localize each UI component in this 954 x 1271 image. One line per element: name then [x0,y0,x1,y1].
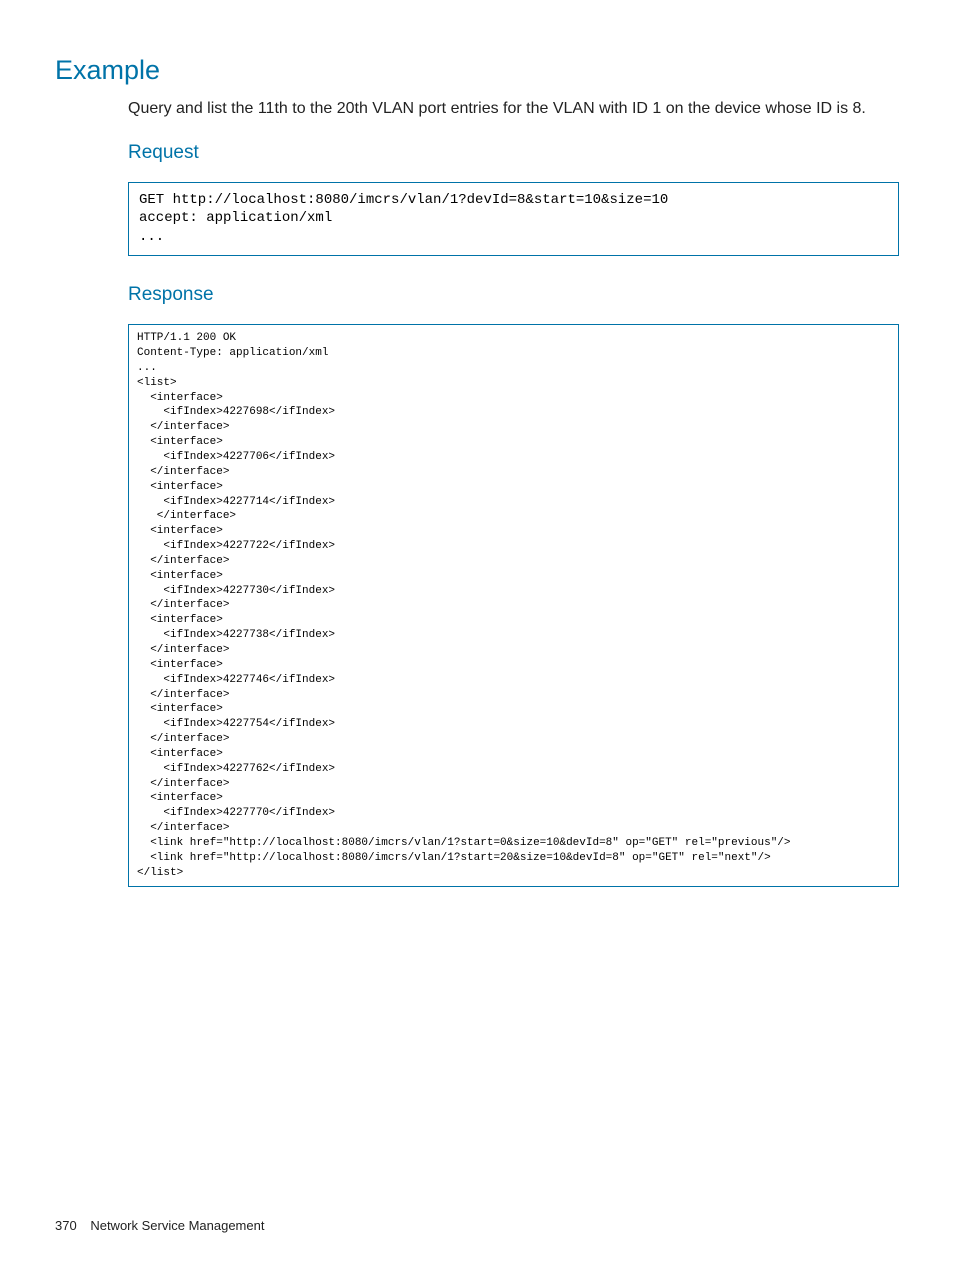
response-heading: Response [128,284,899,306]
footer-section-title: Network Service Management [90,1218,264,1233]
page-number: 370 [55,1218,77,1233]
example-description: Query and list the 11th to the 20th VLAN… [128,98,899,120]
example-heading: Example [55,55,899,86]
page-footer: 370 Network Service Management [55,1218,264,1233]
request-code-block: GET http://localhost:8080/imcrs/vlan/1?d… [128,182,899,257]
request-heading: Request [128,142,899,164]
response-code-block: HTTP/1.1 200 OK Content-Type: applicatio… [128,324,899,887]
